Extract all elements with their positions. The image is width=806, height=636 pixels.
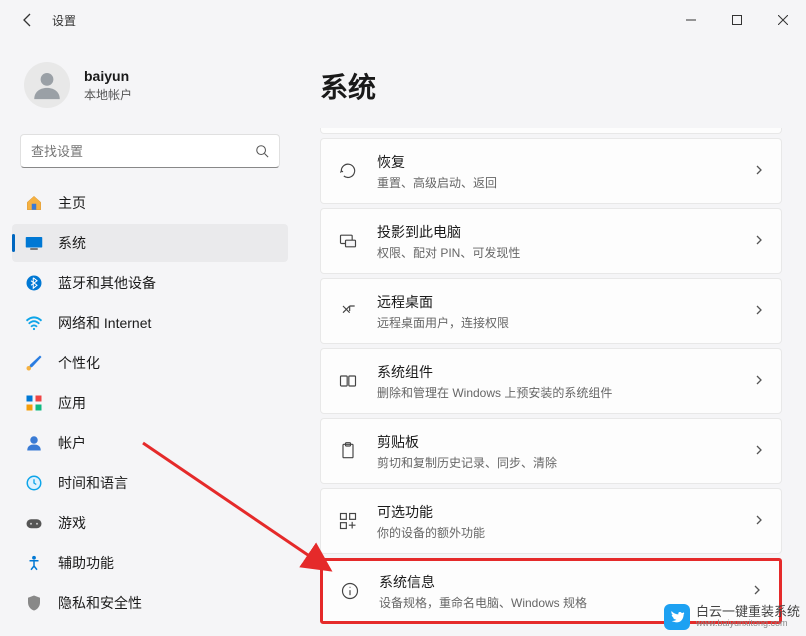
- minimize-icon: [686, 15, 696, 25]
- card-title: 系统信息: [379, 572, 751, 592]
- nav-label: 时间和语言: [58, 473, 128, 493]
- minimize-button[interactable]: [668, 4, 714, 36]
- apps-icon: [24, 393, 44, 413]
- card-title: 剪贴板: [377, 432, 753, 452]
- person-icon: [30, 68, 64, 102]
- card-sub: 你的设备的额外功能: [377, 524, 753, 541]
- nav-item-accessibility[interactable]: 辅助功能: [12, 544, 288, 582]
- wifi-icon: [24, 313, 44, 333]
- close-button[interactable]: [760, 4, 806, 36]
- chevron-right-icon: [753, 163, 765, 179]
- nav-item-gaming[interactable]: 游戏: [12, 504, 288, 542]
- home-icon: [24, 193, 44, 213]
- card-recovery[interactable]: 恢复 重置、高级启动、返回: [320, 138, 782, 204]
- nav-list: 主页 系统 蓝牙和其他设备 网络和 Internet: [12, 184, 288, 622]
- card-title: 投影到此电脑: [377, 222, 753, 242]
- profile-block[interactable]: baiyun 本地帐户: [12, 50, 288, 128]
- card-title: 可选功能: [377, 502, 753, 522]
- watermark-text: 白云一键重装系统: [696, 605, 800, 619]
- nav-item-time-language[interactable]: 时间和语言: [12, 464, 288, 502]
- recovery-icon: [337, 160, 359, 182]
- watermark: 白云一键重装系统 www.baiyunxitong.com: [664, 604, 800, 630]
- card-remote-desktop[interactable]: 远程桌面 远程桌面用户，连接权限: [320, 278, 782, 344]
- card-partial-top: [320, 128, 782, 134]
- brush-icon: [24, 353, 44, 373]
- nav-label: 系统: [58, 233, 86, 253]
- nav-item-accounts[interactable]: 帐户: [12, 424, 288, 462]
- remote-icon: [337, 300, 359, 322]
- nav-label: 蓝牙和其他设备: [58, 273, 156, 293]
- card-sub: 权限、配对 PIN、可发现性: [377, 244, 753, 261]
- watermark-badge: [664, 604, 690, 630]
- chevron-right-icon: [753, 373, 765, 389]
- search-box[interactable]: [20, 134, 280, 168]
- card-optional-features[interactable]: 可选功能 你的设备的额外功能: [320, 488, 782, 554]
- card-project[interactable]: 投影到此电脑 权限、配对 PIN、可发现性: [320, 208, 782, 274]
- nav-item-apps[interactable]: 应用: [12, 384, 288, 422]
- nav-item-bluetooth[interactable]: 蓝牙和其他设备: [12, 264, 288, 302]
- nav-label: 个性化: [58, 353, 100, 373]
- nav-item-personalization[interactable]: 个性化: [12, 344, 288, 382]
- maximize-button[interactable]: [714, 4, 760, 36]
- profile-name: baiyun: [84, 68, 132, 84]
- card-sub: 删除和管理在 Windows 上预安装的系统组件: [377, 384, 753, 401]
- back-button[interactable]: [12, 4, 44, 36]
- accessibility-icon: [24, 553, 44, 573]
- shield-icon: [24, 593, 44, 613]
- nav-item-privacy[interactable]: 隐私和安全性: [12, 584, 288, 622]
- time-icon: [24, 473, 44, 493]
- card-title: 恢复: [377, 152, 753, 172]
- titlebar: 设置: [0, 0, 806, 40]
- card-title: 系统组件: [377, 362, 753, 382]
- card-sub: 远程桌面用户，连接权限: [377, 314, 753, 331]
- card-system-components[interactable]: 系统组件 删除和管理在 Windows 上预安装的系统组件: [320, 348, 782, 414]
- nav-item-home[interactable]: 主页: [12, 184, 288, 222]
- sidebar: baiyun 本地帐户 主页 系统: [0, 40, 300, 636]
- nav-label: 辅助功能: [58, 553, 114, 573]
- nav-label: 帐户: [58, 433, 86, 453]
- maximize-icon: [732, 15, 742, 25]
- arrow-left-icon: [20, 12, 36, 28]
- nav-label: 应用: [58, 393, 86, 413]
- close-icon: [778, 15, 788, 25]
- gaming-icon: [24, 513, 44, 533]
- chevron-right-icon: [753, 303, 765, 319]
- nav-label: 主页: [58, 193, 86, 213]
- nav-label: 游戏: [58, 513, 86, 533]
- nav-item-network[interactable]: 网络和 Internet: [12, 304, 288, 342]
- features-icon: [337, 510, 359, 532]
- bird-icon: [669, 609, 685, 625]
- clipboard-icon: [337, 440, 359, 462]
- nav-label: 隐私和安全性: [58, 593, 142, 613]
- search-icon: [255, 144, 269, 158]
- system-icon: [24, 233, 44, 253]
- watermark-url: www.baiyunxitong.com: [696, 619, 800, 628]
- main-panel: 系统 恢复 重置、高级启动、返回 投影到此电脑 权限、配对 PIN、可发现性: [300, 40, 806, 636]
- chevron-right-icon: [753, 233, 765, 249]
- avatar: [24, 62, 70, 108]
- chevron-right-icon: [751, 583, 763, 599]
- project-icon: [337, 230, 359, 252]
- card-sub: 重置、高级启动、返回: [377, 174, 753, 191]
- search-input[interactable]: [31, 144, 255, 159]
- card-title: 远程桌面: [377, 292, 753, 312]
- info-icon: [339, 580, 361, 602]
- account-icon: [24, 433, 44, 453]
- card-clipboard[interactable]: 剪贴板 剪切和复制历史记录、同步、清除: [320, 418, 782, 484]
- components-icon: [337, 370, 359, 392]
- bluetooth-icon: [24, 273, 44, 293]
- chevron-right-icon: [753, 443, 765, 459]
- chevron-right-icon: [753, 513, 765, 529]
- profile-subtitle: 本地帐户: [84, 86, 132, 103]
- nav-label: 网络和 Internet: [58, 313, 151, 333]
- page-title: 系统: [320, 66, 782, 106]
- window-title: 设置: [52, 12, 76, 29]
- window-controls: [668, 4, 806, 36]
- card-sub: 剪切和复制历史记录、同步、清除: [377, 454, 753, 471]
- nav-item-system[interactable]: 系统: [12, 224, 288, 262]
